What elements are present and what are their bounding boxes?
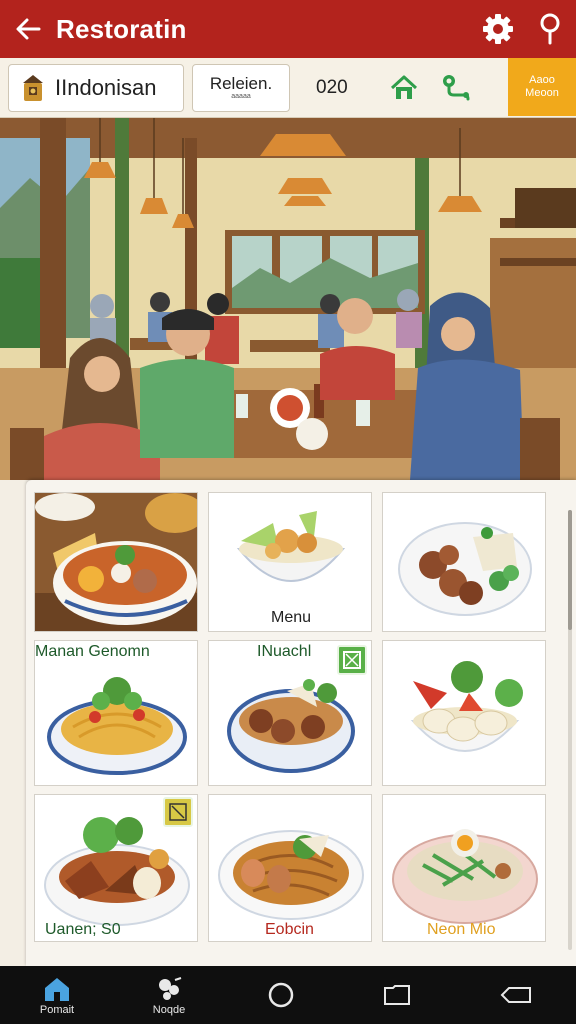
gear-icon: [483, 14, 513, 44]
region-select-sublabel: aaaaa: [231, 92, 251, 100]
menu-card[interactable]: [382, 640, 546, 786]
system-back-button[interactable]: [456, 966, 576, 1024]
gado-gado-salad-image: [383, 641, 545, 785]
nav-item-home[interactable]: Pomait: [0, 966, 114, 1024]
bottom-nav: Pomait Noqde: [0, 966, 576, 1024]
nav-item-ingredients[interactable]: Noqde: [114, 966, 224, 1024]
location-pin-icon: [540, 13, 560, 45]
menu-card[interactable]: INuachl: [208, 640, 372, 786]
card-title-neon-mio: Neon Mio: [427, 921, 496, 938]
card-title-manan: Manan Genomn: [35, 643, 150, 660]
scrollbar-thumb[interactable]: [568, 510, 572, 630]
check-box-icon: [343, 651, 361, 669]
map-route-button[interactable]: [436, 64, 476, 112]
menu-card[interactable]: Uanen; S0: [34, 794, 198, 942]
menu-card-label: Menu: [270, 609, 312, 626]
card-title-inuachl: INuachl: [257, 643, 312, 660]
home-icon: [390, 75, 418, 99]
satay-plate-image: [383, 493, 545, 631]
menu-panel: Menu Manan Genomn INuachl Uanen; S0 Eobc…: [26, 480, 576, 966]
promo-tile[interactable]: Aaoo Meoon: [508, 58, 576, 116]
restaurant-hero-image: [0, 118, 576, 480]
nav-item-label: Pomait: [39, 1004, 75, 1016]
ingredients-icon: [159, 977, 182, 1000]
promo-line2: Meoon: [525, 87, 559, 99]
arrow-left-icon: [16, 18, 41, 40]
region-select-label: Releien.: [209, 73, 273, 93]
card-title-uanen: Uanen; S0: [45, 921, 121, 938]
nasi-campur-bowl-image: [383, 795, 545, 941]
mie-goreng-image: [35, 641, 197, 785]
back-button[interactable]: [0, 0, 56, 58]
system-recents-button[interactable]: [338, 966, 456, 1024]
language-label: IIndonisan: [55, 74, 157, 100]
promo-line1: Aaoo: [529, 74, 555, 86]
menu-card[interactable]: Neon Mio: [382, 794, 546, 942]
result-count: 020: [316, 76, 348, 98]
nav-item-label: Noqde: [152, 1004, 186, 1016]
menu-card[interactable]: Eobcin: [208, 794, 372, 942]
page-title: Restoratin: [56, 13, 187, 44]
menu-card[interactable]: [382, 492, 546, 632]
menu-card[interactable]: Manan Genomn: [34, 640, 198, 786]
circle-home-icon: [268, 982, 294, 1008]
select-checkbox[interactable]: [337, 645, 367, 675]
location-button[interactable]: [524, 0, 576, 58]
cuisine-house-icon: [23, 74, 43, 101]
back-gesture-icon: [500, 987, 531, 1003]
menu-card[interactable]: Menu: [208, 492, 372, 632]
fried-noodle-plate-image: [209, 795, 371, 941]
soto-soup-image: [35, 493, 197, 631]
app-bar: Restoratin: [0, 0, 576, 58]
check-box-icon: [169, 803, 187, 821]
app-root: Restoratin IIndonisan Releien. aaaaa 020…: [0, 0, 576, 1024]
language-chip[interactable]: IIndonisan: [8, 63, 184, 112]
square-recents-icon: [384, 985, 410, 1005]
menu-card[interactable]: [34, 492, 198, 632]
card-title-eobcin: Eobcin: [265, 921, 314, 938]
system-home-button[interactable]: [224, 966, 338, 1024]
map-route-icon: [443, 74, 470, 100]
restaurant-illustration: [0, 118, 576, 480]
filter-bar: IIndonisan Releien. aaaaa 020 Aaoo Meoon: [0, 58, 576, 118]
select-checkbox[interactable]: [163, 797, 193, 827]
home-icon: [45, 978, 69, 1001]
region-select[interactable]: Releien. aaaaa: [192, 63, 290, 112]
home-filter-button[interactable]: [384, 64, 424, 112]
settings-button[interactable]: [472, 0, 524, 58]
